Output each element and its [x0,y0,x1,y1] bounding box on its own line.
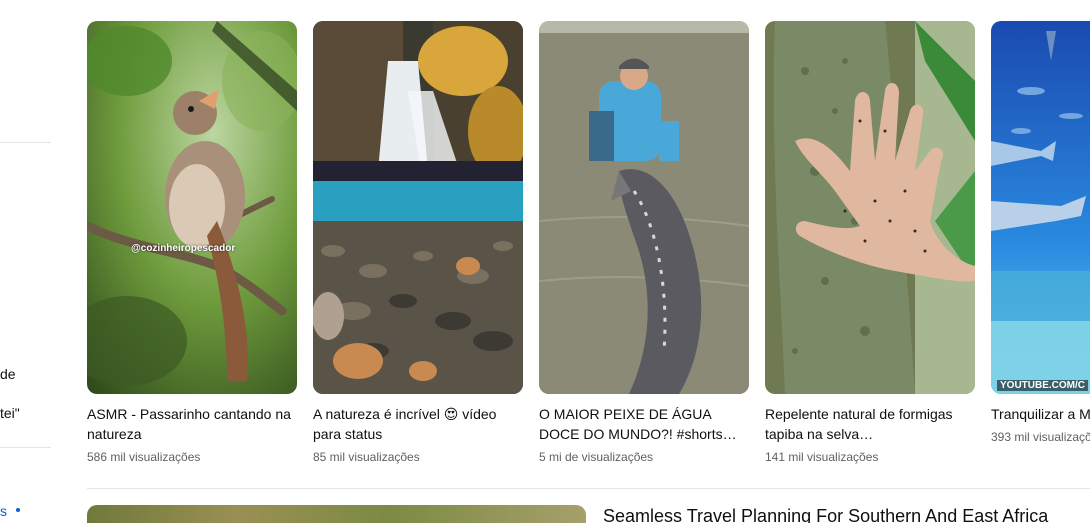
short-title[interactable]: Repelente natural de formigas tapiba na … [765,404,970,444]
sidebar-divider [0,142,51,143]
shorts-shelf: @cozinheiropescador ASMR - Passarinho ca… [87,21,1090,471]
sidebar-item-label[interactable]: tei" [0,405,20,421]
short-view-count: 393 mil visualizaçõe [991,430,1090,444]
short-thumbnail[interactable]: @cozinheiropescador [87,21,297,394]
short-title[interactable]: Tranquilizar a M [991,404,1090,424]
short-title[interactable]: ASMR - Passarinho cantando na natureza [87,404,292,444]
short-thumbnail[interactable] [539,21,749,394]
short-view-count: 5 mi de visualizações [539,450,654,464]
short-card[interactable]: A natureza é incrível 😍 vídeo para statu… [313,21,523,464]
youtube-watermark-text: YOUTUBE.COM/C [997,380,1088,391]
sidebar: de tei" s [0,0,52,523]
video-thumbnail[interactable] [87,505,586,523]
short-card[interactable]: YOUTUBE.COM/C Tranquilizar a M 393 mil v… [991,21,1090,444]
section-divider [87,488,1090,489]
short-title[interactable]: A natureza é incrível 😍 vídeo para statu… [313,404,518,444]
short-thumbnail[interactable] [313,21,523,394]
sidebar-item-label[interactable]: de [0,366,16,382]
short-view-count: 141 mil visualizações [765,450,879,464]
new-content-dot-icon [16,508,20,512]
short-card[interactable]: @cozinheiropescador ASMR - Passarinho ca… [87,21,297,464]
short-thumbnail[interactable] [765,21,975,394]
short-thumbnail[interactable]: YOUTUBE.COM/C [991,21,1090,394]
short-card[interactable]: Repelente natural de formigas tapiba na … [765,21,975,464]
sidebar-divider [0,447,51,448]
short-view-count: 85 mil visualizações [313,450,420,464]
short-title[interactable]: O MAIOR PEIXE DE ÁGUA DOCE DO MUNDO?! #s… [539,404,744,444]
waterfall-thumbnail-image [313,21,523,394]
video-title[interactable]: Seamless Travel Planning For Southern An… [603,506,1048,523]
channel-overlay-text: @cozinheiropescador [131,243,236,254]
sidebar-item-label[interactable]: s [0,503,7,519]
bird-thumbnail-image [87,21,297,394]
aquarium-thumbnail-image [991,21,1090,394]
youtube-home-page: de tei" s @cozinheiropescador ASMR - Pas… [0,0,1090,523]
short-view-count: 586 mil visualizações [87,450,201,464]
tree-hand-thumbnail-image [765,21,975,394]
short-card[interactable]: O MAIOR PEIXE DE ÁGUA DOCE DO MUNDO?! #s… [539,21,749,464]
fish-thumbnail-image [539,21,749,394]
